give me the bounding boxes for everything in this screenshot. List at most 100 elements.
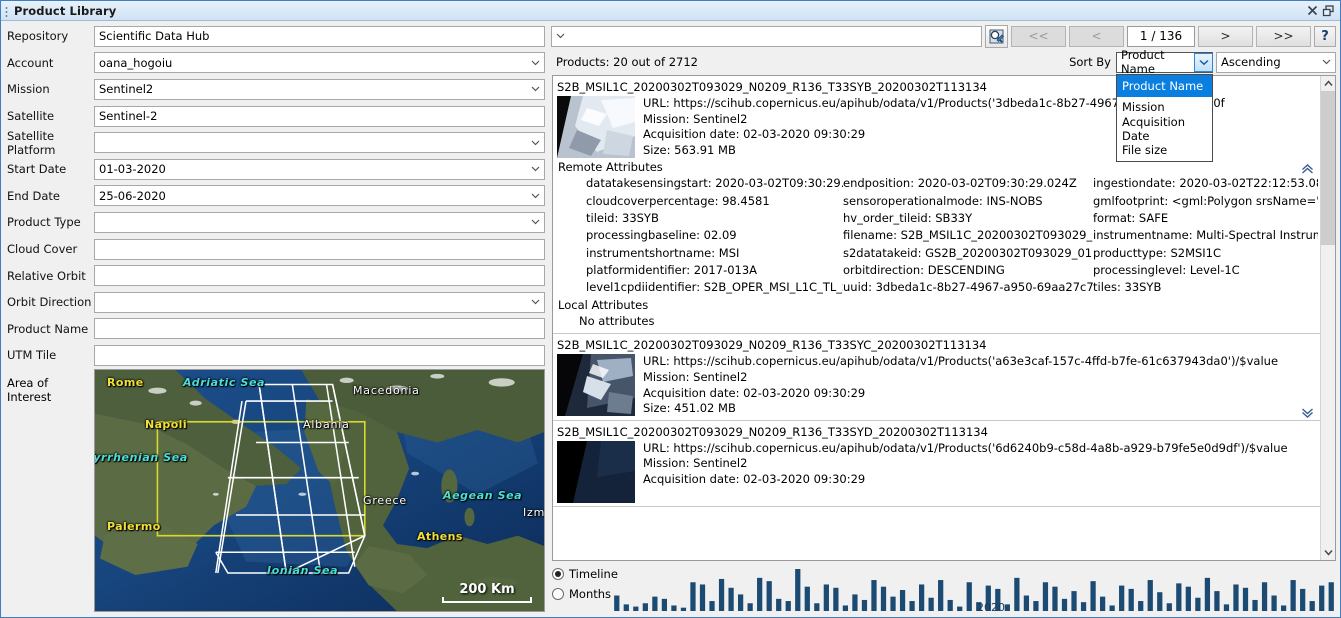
search-repository-icon[interactable]: [985, 24, 1008, 48]
label-cloud-cover: Cloud Cover: [7, 242, 78, 257]
chevron-down-icon[interactable]: [1318, 53, 1335, 72]
map-scale-label: 200 Km: [459, 582, 515, 597]
orbit-direction-combo[interactable]: [94, 291, 545, 313]
radio-timeline-dot[interactable]: [552, 568, 564, 580]
chevron-down-icon[interactable]: [527, 186, 544, 205]
radio-months[interactable]: Months: [552, 587, 612, 601]
relative-orbit-input[interactable]: [94, 265, 545, 287]
product-list-container: S2B_MSIL1C_20200302T093029_N0209_R136_T3…: [552, 75, 1336, 561]
window-title: Product Library: [14, 3, 117, 18]
label-product-type: Product Type: [7, 215, 81, 230]
scroll-up-icon[interactable]: [1321, 76, 1335, 91]
repository-input[interactable]: Scientific Data Hub: [94, 25, 545, 47]
end-date-combo[interactable]: 25-06-2020: [94, 185, 545, 207]
timeline-bars: [614, 569, 1334, 611]
next-page-button[interactable]: >: [1198, 25, 1253, 47]
label-account: Account: [7, 55, 54, 70]
chevron-double-up-icon[interactable]: [1301, 164, 1314, 177]
close-icon[interactable]: [1304, 3, 1320, 19]
product-metadata: URL: https://scihub.copernicus.eu/apihub…: [643, 354, 1318, 416]
local-attributes-value: No attributes: [579, 314, 655, 329]
sort-order-combo[interactable]: Ascending: [1216, 51, 1336, 73]
chevron-double-down-icon[interactable]: [1301, 408, 1314, 421]
chevron-down-icon[interactable]: [552, 27, 569, 46]
product-thumbnail[interactable]: [557, 96, 635, 158]
remote-attributes-grid: datatakesensingstart: 2020-03-02T09:30:2…: [557, 175, 1318, 296]
product-list-scrollbar[interactable]: [1320, 76, 1335, 560]
product-list-item[interactable]: S2B_MSIL1C_20200302T093029_N0209_R136_T3…: [553, 334, 1320, 421]
product-summary: URL: https://scihub.copernicus.eu/apihub…: [557, 440, 1318, 503]
product-thumbnail[interactable]: [557, 354, 635, 417]
mission-combo[interactable]: Sentinel2: [94, 78, 545, 100]
products-count-label: Products: 20 out of 2712: [556, 55, 698, 69]
help-button[interactable]: ?: [1314, 25, 1336, 47]
chevron-down-icon[interactable]: [527, 80, 544, 99]
field-row-relative-orbit: Relative Orbit: [4, 262, 545, 289]
product-name-input[interactable]: [94, 318, 545, 340]
label-start-date: Start Date: [7, 162, 67, 177]
repository-value: Scientific Data Hub: [99, 29, 210, 44]
radio-months-dot[interactable]: [552, 588, 564, 600]
chevron-down-icon[interactable]: [527, 53, 544, 72]
start-date-combo[interactable]: 01-03-2020: [94, 158, 545, 180]
page-indicator[interactable]: 1 / 136: [1127, 25, 1195, 47]
attribute-cell: cloudcoverpercentage: 98.4581: [586, 193, 770, 208]
account-combo[interactable]: oana_hogoiu: [94, 52, 545, 74]
product-list-item[interactable]: S2B_MSIL1C_20200302T093029_N0209_R136_T3…: [553, 421, 1320, 507]
drag-grip-icon[interactable]: [4, 4, 11, 17]
dropdown-option-product-name[interactable]: Product Name: [1117, 75, 1212, 97]
field-row-end-date: End Date 25-06-2020: [4, 183, 545, 210]
attribute-cell: producttype: S2MSI1C: [1093, 245, 1222, 260]
utm-tile-input[interactable]: [94, 344, 545, 366]
repository-url-field[interactable]: [551, 25, 982, 47]
prev-page-button[interactable]: <: [1069, 25, 1124, 47]
sort-by-combo[interactable]: Product Name: [1116, 48, 1213, 76]
product-url: URL: https://scihub.copernicus.eu/apihub…: [643, 354, 1279, 369]
attribute-cell: format: SAFE: [1093, 210, 1169, 225]
attribute-cell: datatakesensingstart: 2020-03-02T09:30:2…: [586, 176, 843, 191]
first-page-button[interactable]: <<: [1011, 25, 1066, 47]
field-row-account: Account oana_hogoiu: [4, 50, 545, 77]
area-of-interest-row: Area of Interest Rome Adriatic Sea Maced…: [4, 368, 545, 613]
local-attributes-label: Local Attributes: [558, 298, 649, 313]
label-end-date: End Date: [7, 188, 60, 203]
satellite-input[interactable]: Sentinel-2: [94, 105, 545, 127]
scrollbar-track[interactable]: [1321, 91, 1335, 545]
product-thumbnail[interactable]: [557, 440, 635, 503]
label-utm-tile: UTM Tile: [7, 348, 57, 363]
satellite-platform-combo[interactable]: [94, 132, 545, 154]
sort-by-label: Sort By: [1069, 55, 1111, 69]
product-type-combo[interactable]: [94, 211, 545, 233]
attribute-cell: ingestiondate: 2020-03-02T22:12:53.089Z: [1093, 176, 1318, 191]
product-acquisition-date: Acquisition date: 02-03-2020 09:30:29: [643, 385, 866, 400]
product-acquisition-date: Acquisition date: 02-03-2020 09:30:29: [643, 127, 866, 142]
chevron-down-icon[interactable]: [527, 160, 544, 179]
sort-by-dropdown-menu[interactable]: Product Name Mission Acquisition Date Fi…: [1116, 74, 1213, 162]
timeline-mode-radiogroup: Timeline Months: [552, 565, 618, 613]
product-mission: Mission: Sentinel2: [643, 370, 748, 385]
radio-timeline[interactable]: Timeline: [552, 567, 618, 581]
attribute-cell: gmlfootprint: <gml:Polygon srsName="http…: [1093, 193, 1318, 208]
chevron-down-icon[interactable]: [1194, 52, 1213, 72]
last-page-button[interactable]: >>: [1256, 25, 1311, 47]
chevron-down-icon[interactable]: [527, 293, 544, 312]
chevron-down-icon[interactable]: [527, 213, 544, 232]
product-name: S2B_MSIL1C_20200302T093029_N0209_R136_T3…: [557, 424, 988, 439]
sort-order-value: Ascending: [1221, 55, 1281, 69]
cloud-cover-input[interactable]: [94, 238, 545, 260]
chevron-down-icon[interactable]: [527, 133, 544, 152]
timeline-histogram[interactable]: 2020: [612, 565, 1336, 614]
field-row-utm-tile: UTM Tile: [4, 342, 545, 369]
scroll-down-icon[interactable]: [1321, 545, 1335, 560]
results-sort-row: Products: 20 out of 2712 Sort By Product…: [550, 48, 1336, 162]
attribute-cell: level1cpdiidentifier: S2B_OPER_MSI_L1C_T…: [586, 280, 843, 295]
scrollbar-thumb[interactable]: [1321, 91, 1335, 246]
restore-window-icon[interactable]: [1320, 3, 1336, 19]
radio-months-label: Months: [569, 587, 612, 601]
label-relative-orbit: Relative Orbit: [7, 268, 86, 283]
dropdown-option-acquisition-date[interactable]: Acquisition Date: [1117, 115, 1212, 143]
field-row-product-name: Product Name: [4, 316, 545, 343]
area-of-interest-map[interactable]: Rome Adriatic Sea Macedonia Napoli Alban…: [94, 368, 545, 612]
timeline-year-label: 2020: [977, 601, 1005, 614]
label-satellite: Satellite: [7, 109, 55, 124]
